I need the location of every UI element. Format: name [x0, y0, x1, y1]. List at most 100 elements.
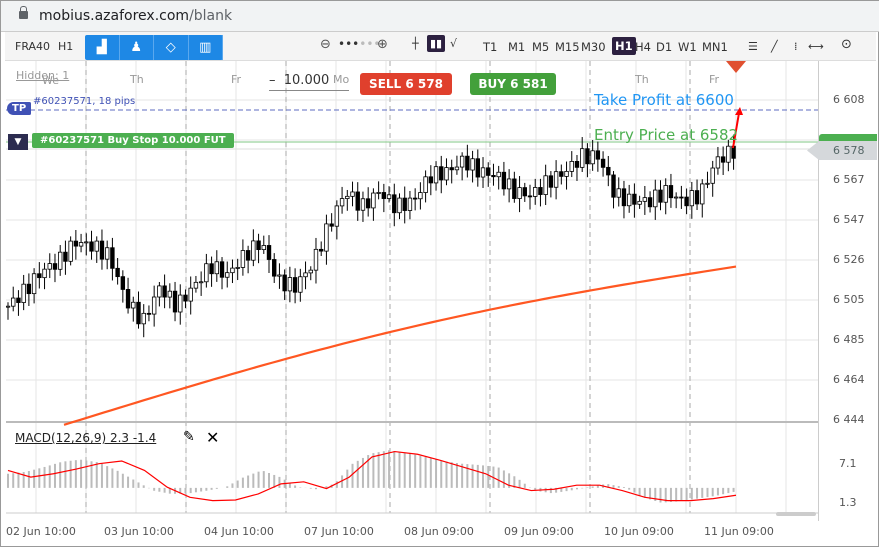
pawn-icon[interactable]: ♟: [120, 35, 154, 60]
candle-body: [402, 197, 407, 211]
candle-body: [360, 198, 366, 211]
price-tick: 6 526: [833, 253, 865, 266]
candle-body: [606, 166, 611, 176]
candle-body: [564, 170, 569, 177]
candle-body: [647, 197, 653, 208]
candle-body: [637, 200, 642, 205]
candle-body: [715, 156, 721, 169]
candle-body: [318, 248, 324, 252]
day-label: Fr: [231, 73, 242, 86]
candle-body: [533, 187, 538, 197]
candle-body: [632, 193, 637, 205]
buy-button[interactable]: BUY 6 581: [470, 73, 556, 95]
timeframe-m30[interactable]: M30: [581, 40, 606, 54]
candle-body: [193, 281, 199, 289]
timeframe-mn1[interactable]: MN1: [702, 40, 728, 54]
horizontal-scrollbar[interactable]: [776, 512, 816, 516]
candle-body: [272, 259, 277, 277]
candle-body: [522, 187, 527, 197]
candle-body: [240, 250, 246, 268]
menu-dropdown-icon[interactable]: ⊙: [841, 37, 852, 52]
pending-order-label[interactable]: #60237571 Buy Stop 10.000 FUT: [32, 133, 234, 148]
line-type-icon[interactable]: √: [450, 37, 457, 50]
candle-body: [230, 267, 235, 274]
bar-type-icon[interactable]: ┼: [412, 37, 419, 50]
zoom-out-icon[interactable]: ⊖: [320, 37, 331, 52]
candle-body: [350, 191, 355, 197]
candle-body: [5, 305, 11, 308]
candle-body: [146, 312, 152, 315]
timeframe-w1[interactable]: W1: [678, 40, 697, 54]
timeframe-m5[interactable]: M5: [532, 40, 549, 54]
time-tick: 07 Jun 10:00: [304, 525, 374, 538]
candle-body: [480, 167, 486, 178]
edit-indicator-icon[interactable]: ✎: [183, 429, 195, 445]
candle-body: [663, 185, 668, 203]
order-collapse-icon[interactable]: ▼: [8, 134, 28, 150]
candle-body: [616, 188, 621, 198]
timeframe-h4[interactable]: H4: [635, 40, 651, 54]
candle-body: [470, 158, 475, 171]
timeframe-m1[interactable]: M1: [508, 40, 525, 54]
candle-body: [355, 191, 360, 211]
candle-body: [527, 195, 533, 198]
candle-body: [449, 167, 454, 171]
price-chart[interactable]: Hidden: 1 We Th Fr Mo Th Fr – 10.000 SEL…: [5, 61, 818, 538]
candle-body: [42, 268, 47, 279]
timeframe-m15[interactable]: M15: [555, 40, 580, 54]
candle-body: [444, 167, 449, 181]
candle-body: [298, 276, 303, 293]
trendline-icon[interactable]: ╱: [771, 40, 778, 53]
candle-body: [673, 196, 679, 199]
symbol-label[interactable]: FRA40: [15, 40, 50, 53]
candle-body: [486, 167, 491, 176]
candle-body: [569, 161, 574, 172]
timeframe-t1[interactable]: T1: [483, 40, 497, 54]
period-label[interactable]: H1: [58, 40, 73, 53]
bar-chart-icon[interactable]: ▟: [85, 35, 120, 60]
candle-body: [188, 287, 193, 302]
volume-value: 10.000: [283, 73, 330, 88]
price-tick: 6 505: [833, 293, 865, 306]
candle-type-icon[interactable]: ▮▮: [427, 35, 446, 52]
candle-body: [313, 248, 319, 271]
price-tick: 6 485: [833, 333, 865, 346]
horizontal-line-icon[interactable]: ⟷: [808, 40, 824, 53]
drawing-tools: ▟ ♟ ◇ ▥: [85, 35, 223, 60]
timeframe-h1[interactable]: H1: [612, 37, 636, 55]
indicators-icon[interactable]: ▥: [189, 35, 223, 60]
remove-indicator-icon[interactable]: ✕: [206, 428, 219, 447]
candle-body: [277, 274, 282, 277]
candle-body: [11, 297, 16, 307]
zoom-slider[interactable]: ••••••: [338, 37, 380, 51]
candle-body: [580, 148, 585, 168]
day-label: Fr: [709, 73, 720, 86]
candle-body: [245, 250, 251, 261]
sell-button[interactable]: SELL 6 578: [360, 73, 452, 95]
day-label: We: [42, 74, 59, 87]
url-host: mobius.azaforex.com: [39, 8, 190, 24]
candle-body: [496, 171, 501, 178]
candle-body: [418, 192, 423, 200]
candle-body: [710, 167, 715, 184]
diamond-icon[interactable]: ◇: [154, 35, 189, 60]
candle-body: [433, 166, 439, 184]
candle-body: [595, 150, 601, 160]
time-tick: 10 Jun 09:00: [604, 525, 674, 538]
candle-body: [141, 312, 146, 325]
candle-body: [261, 245, 266, 251]
zoom-in-icon[interactable]: ⊕: [377, 37, 388, 52]
address-bar[interactable]: mobius.azaforex.com/blank: [1, 1, 879, 32]
volume-decrease[interactable]: –: [269, 73, 276, 88]
tp-badge[interactable]: TP: [7, 102, 32, 115]
volume-input[interactable]: – 10.000: [269, 73, 349, 91]
candle-body: [726, 145, 731, 163]
timeframe-d1[interactable]: D1: [656, 40, 672, 54]
candle-body: [626, 193, 632, 207]
price-axis[interactable]: 6 608 6 578 6 567 6 547 6 526 6 505 6 48…: [807, 61, 877, 521]
candle-body: [553, 171, 559, 188]
candle-body: [334, 205, 340, 227]
list-icon[interactable]: ☰: [748, 40, 758, 53]
vertical-line-icon[interactable]: ⁞: [794, 40, 798, 53]
url-text[interactable]: mobius.azaforex.com/blank: [39, 8, 232, 24]
